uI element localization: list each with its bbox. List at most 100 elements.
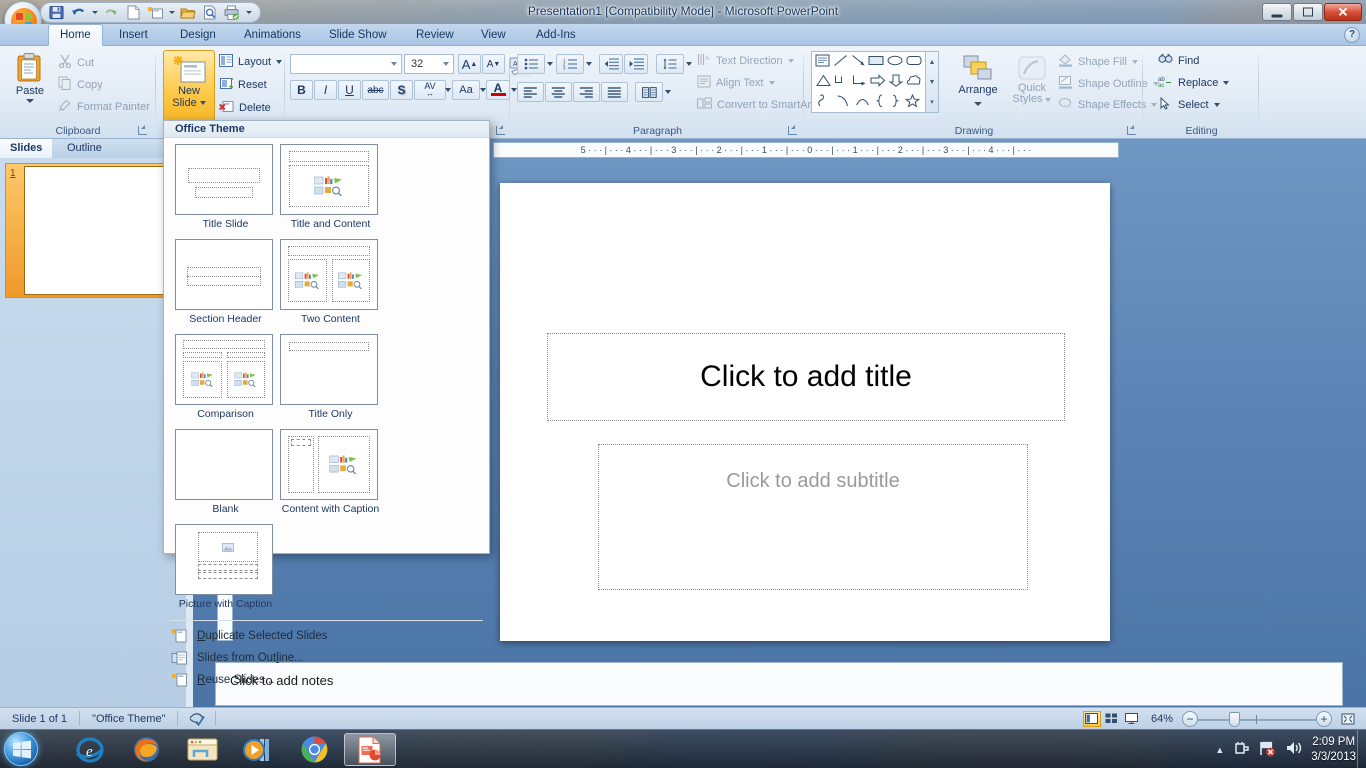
arrange-dropdown-arrow-icon[interactable]	[950, 97, 1006, 109]
show-desktop-button[interactable]	[1357, 730, 1366, 768]
taskbar-chrome[interactable]	[288, 733, 340, 766]
shapes-gallery[interactable]	[811, 51, 926, 113]
menu-item-duplicate-selected-slides[interactable]: Duplicate Selected Slides	[164, 625, 489, 647]
numbering-button[interactable]: 123	[556, 54, 584, 74]
tab-home[interactable]: Home	[48, 24, 103, 46]
slide-thumbnail-list[interactable]: 1	[0, 158, 186, 712]
quick-styles-dropdown-arrow-icon[interactable]	[1045, 97, 1052, 102]
shape-left-brace-icon[interactable]	[875, 94, 885, 110]
paste-dropdown-arrow-icon[interactable]	[8, 99, 52, 103]
tab-animations[interactable]: Animations	[233, 24, 312, 46]
minimize-button[interactable]	[1262, 3, 1292, 21]
tab-slide-show[interactable]: Slide Show	[318, 24, 398, 46]
delete-slide-button[interactable]: Delete	[219, 100, 271, 116]
help-icon[interactable]: ?	[1344, 27, 1360, 43]
paragraph-dialog-launcher[interactable]	[787, 125, 798, 136]
shape-rectangle-icon[interactable]	[868, 54, 884, 70]
text-direction-button[interactable]: A Text Direction	[697, 53, 794, 69]
taskbar-firefox[interactable]	[120, 733, 172, 766]
paste-button[interactable]: Paste	[8, 50, 52, 122]
fit-to-window-button[interactable]	[1332, 712, 1366, 726]
new-slide-button[interactable]: New Slide	[163, 50, 215, 130]
cut-button[interactable]: Cut	[58, 54, 94, 71]
align-center-button[interactable]	[545, 82, 572, 102]
undo-icon[interactable]	[69, 4, 87, 21]
new-slide-icon[interactable]	[146, 4, 164, 21]
shrink-font-button[interactable]: A ▼	[482, 54, 505, 74]
justify-button[interactable]	[601, 82, 628, 102]
taskbar-media-player[interactable]	[232, 733, 284, 766]
tab-review[interactable]: Review	[405, 24, 465, 46]
title-placeholder[interactable]: Click to add title	[547, 333, 1065, 421]
shapes-scroll-up-icon[interactable]: ▲	[926, 52, 938, 72]
shape-star-icon[interactable]	[905, 93, 921, 110]
action-center-icon[interactable]	[1233, 740, 1250, 760]
layout-dropdown-arrow-icon[interactable]	[276, 60, 283, 64]
zoom-out-button[interactable]: −	[1182, 710, 1198, 727]
character-spacing-dropdown-arrow-icon[interactable]	[445, 88, 451, 92]
layout-two-content[interactable]: Two Content	[280, 239, 381, 325]
shape-arrow-icon[interactable]	[851, 54, 866, 70]
select-button[interactable]: Select	[1158, 96, 1220, 113]
customize-qat-icon[interactable]	[245, 5, 252, 21]
undo-dropdown-arrow-icon[interactable]	[91, 5, 98, 21]
line-spacing-dropdown-arrow-icon[interactable]	[686, 62, 692, 66]
volume-icon[interactable]	[1285, 740, 1302, 759]
layout-blank[interactable]: Blank	[175, 429, 276, 515]
reset-button[interactable]: Reset	[219, 77, 267, 93]
character-spacing-button[interactable]: AV ↔	[414, 80, 446, 100]
layout-title-and-content[interactable]: Title and Content	[280, 144, 381, 230]
increase-indent-button[interactable]	[624, 54, 648, 74]
menu-item-reuse-slides[interactable]: Reuse Slides...	[164, 669, 489, 691]
italic-button[interactable]: I	[314, 80, 337, 100]
arrange-button[interactable]: Arrange	[950, 50, 1006, 109]
shape-right-brace-icon[interactable]	[890, 94, 900, 110]
text-shadow-button[interactable]: S	[390, 80, 413, 100]
quick-styles-button[interactable]: Quick Styles	[1008, 50, 1056, 105]
shape-fill-button[interactable]: Shape Fill	[1058, 53, 1138, 70]
taskbar-internet-explorer[interactable]: e	[64, 733, 116, 766]
font-name-dropdown-arrow-icon[interactable]	[391, 62, 397, 66]
tab-insert[interactable]: Insert	[108, 24, 159, 46]
start-button[interactable]	[4, 732, 38, 766]
copy-button[interactable]: Copy	[58, 76, 103, 93]
redo-icon[interactable]	[102, 4, 120, 21]
zoom-slider[interactable]	[1198, 711, 1316, 727]
tab-design[interactable]: Design	[169, 24, 227, 46]
shape-fill-dropdown-arrow-icon[interactable]	[1131, 59, 1138, 64]
shape-rounded-rectangle-icon[interactable]	[906, 54, 922, 70]
taskbar-clock[interactable]: 2:09 PM 3/3/2013	[1311, 735, 1356, 765]
font-name-input[interactable]	[290, 54, 402, 74]
tab-view[interactable]: View	[470, 24, 517, 46]
format-painter-button[interactable]: Format Painter	[58, 98, 150, 115]
align-text-dropdown-arrow-icon[interactable]	[768, 81, 775, 85]
open-icon[interactable]	[179, 4, 197, 21]
columns-dropdown-arrow-icon[interactable]	[665, 90, 671, 94]
shape-line-icon[interactable]	[833, 54, 848, 70]
select-dropdown-arrow-icon[interactable]	[1213, 103, 1220, 107]
taskbar-powerpoint[interactable]	[344, 733, 396, 766]
grow-font-button[interactable]: A ▲	[458, 54, 481, 74]
font-dialog-launcher[interactable]	[495, 125, 506, 136]
shape-right-arrow-icon[interactable]	[870, 74, 886, 90]
layout-section-header[interactable]: Section Header	[175, 239, 276, 325]
shape-down-arrow-icon[interactable]	[888, 74, 904, 90]
network-icon[interactable]	[1259, 740, 1276, 760]
view-normal-button[interactable]	[1082, 710, 1101, 727]
shape-curve-icon[interactable]	[836, 94, 850, 110]
tab-outline[interactable]: Outline	[57, 139, 112, 158]
text-direction-dropdown-arrow-icon[interactable]	[787, 59, 794, 63]
view-slide-sorter-button[interactable]	[1103, 711, 1121, 727]
shape-oval-icon[interactable]	[887, 54, 903, 70]
show-hidden-icons-icon[interactable]: ▲	[1215, 745, 1224, 755]
numbering-dropdown-arrow-icon[interactable]	[586, 62, 592, 66]
layout-button[interactable]: Layout	[219, 54, 283, 70]
clipboard-dialog-launcher[interactable]	[137, 125, 148, 136]
align-right-button[interactable]	[573, 82, 600, 102]
shapes-gallery-scrollbar[interactable]: ▲ ▼ ▾	[926, 51, 939, 113]
layout-content-with-caption[interactable]: Content with Caption	[280, 429, 381, 515]
zoom-slider-handle[interactable]	[1229, 711, 1240, 727]
taskbar-explorer[interactable]	[176, 733, 228, 766]
font-size-dropdown-arrow-icon[interactable]	[443, 62, 449, 66]
decrease-indent-button[interactable]	[599, 54, 623, 74]
